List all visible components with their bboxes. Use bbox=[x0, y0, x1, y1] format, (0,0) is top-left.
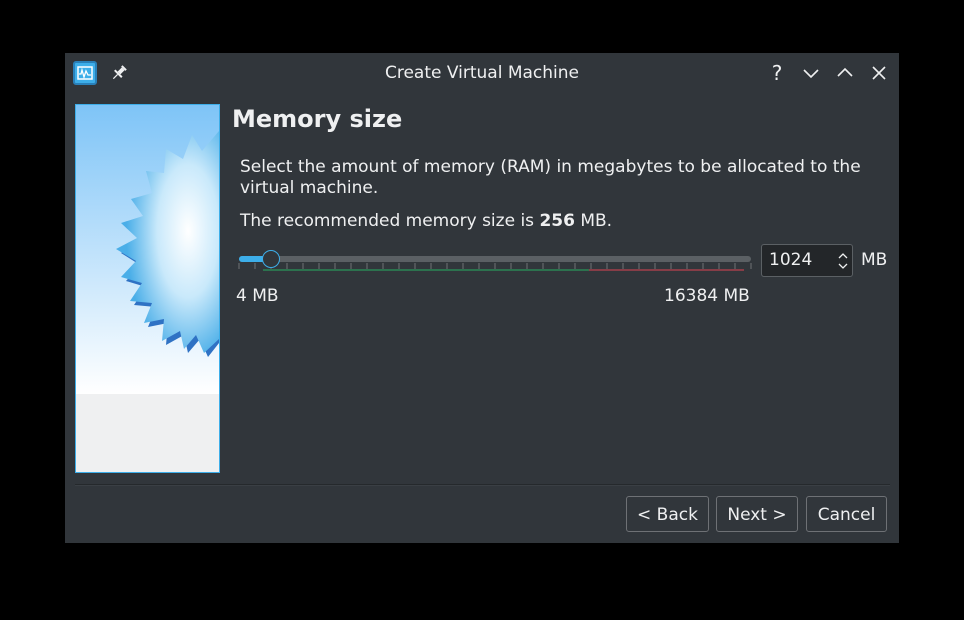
memory-slider[interactable] bbox=[237, 246, 753, 276]
maximize-button[interactable] bbox=[834, 62, 856, 84]
page-title: Memory size bbox=[232, 105, 403, 133]
page-description: Select the amount of memory (RAM) in meg… bbox=[240, 157, 861, 198]
title-bar[interactable]: Create Virtual Machine ? bbox=[65, 53, 899, 93]
slider-ticks bbox=[238, 263, 752, 271]
next-button[interactable]: Next > bbox=[716, 496, 798, 532]
separator bbox=[75, 484, 890, 486]
recommended-prefix: The recommended memory size is bbox=[240, 211, 540, 231]
slider-min-label: 4 MB bbox=[236, 286, 279, 306]
recommended-value: 256 bbox=[539, 211, 575, 231]
memory-spinbox[interactable]: 1024 bbox=[761, 244, 853, 277]
slider-handle[interactable] bbox=[261, 250, 280, 268]
slider-max-label: 16384 MB bbox=[664, 286, 750, 306]
create-vm-dialog: Create Virtual Machine ? Memory size Sel… bbox=[65, 53, 899, 543]
close-icon bbox=[872, 66, 886, 80]
wizard-watermark-image bbox=[75, 104, 220, 473]
close-button[interactable] bbox=[868, 62, 890, 84]
back-button[interactable]: < Back bbox=[626, 496, 709, 532]
memory-unit-label: MB bbox=[861, 250, 888, 270]
cancel-button[interactable]: Cancel bbox=[806, 496, 887, 532]
chevron-up-icon bbox=[837, 67, 853, 77]
spin-arrows-icon[interactable] bbox=[837, 249, 849, 273]
memory-value: 1024 bbox=[769, 250, 813, 270]
recommended-memory-text: The recommended memory size is 256 MB. bbox=[240, 211, 612, 231]
help-button[interactable]: ? bbox=[766, 62, 788, 84]
chevron-down-icon bbox=[803, 69, 819, 79]
recommended-suffix: MB. bbox=[574, 211, 613, 231]
minimize-button[interactable] bbox=[800, 62, 822, 84]
